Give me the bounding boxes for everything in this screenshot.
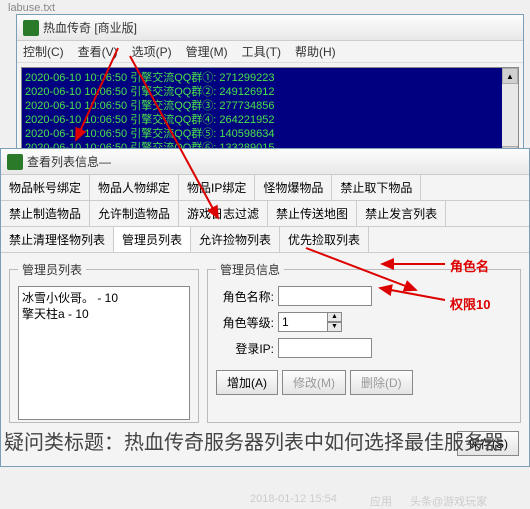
admin-listbox[interactable]: 冰雪小伙哥。 - 10 擎天柱a - 10 [18, 286, 190, 420]
level-spinner[interactable]: ▲ ▼ [327, 312, 342, 332]
tab-forbid-speak[interactable]: 禁止发言列表 [357, 201, 446, 226]
tab-forbid-takeoff[interactable]: 禁止取下物品 [332, 175, 421, 200]
list-item[interactable]: 擎天柱a - 10 [22, 306, 186, 322]
menu-control[interactable]: 控制(C) [23, 43, 64, 60]
add-button[interactable]: 增加(A) [216, 370, 278, 395]
log-line: 2020-06-10 10:06:50 引擎交流QQ群③: 277734856 [25, 99, 515, 113]
tab-allow-make[interactable]: 允许制造物品 [90, 201, 179, 226]
bg-filename: labuse.txt [8, 2, 55, 14]
menu-help[interactable]: 帮助(H) [295, 43, 336, 60]
level-label: 角色等级: [216, 314, 274, 331]
menu-tools[interactable]: 工具(T) [242, 43, 281, 60]
tab-admin-list[interactable]: 管理员列表 [114, 227, 191, 253]
faded-date: 2018-01-12 15:54 [250, 493, 337, 505]
tab-row-1: 物品帐号绑定 物品人物绑定 物品IP绑定 怪物爆物品 禁止取下物品 [1, 175, 529, 201]
menubar: 控制(C) 查看(V) 选项(P) 管理(M) 工具(T) 帮助(H) [17, 41, 523, 63]
main-titlebar: 热血传奇 [商业版] [17, 15, 523, 41]
list-item[interactable]: 冰雪小伙哥。 - 10 [22, 290, 186, 306]
scroll-up-icon[interactable]: ▲ [502, 68, 518, 84]
tab-item-bind-account[interactable]: 物品帐号绑定 [1, 175, 90, 200]
content-area: 管理员列表 冰雪小伙哥。 - 10 擎天柱a - 10 管理员信息 角色名称: … [1, 253, 529, 431]
tab-allow-pickup[interactable]: 允许捡物列表 [191, 227, 280, 252]
tab-monster-drop[interactable]: 怪物爆物品 [255, 175, 332, 200]
spinner-down-icon[interactable]: ▼ [327, 322, 342, 332]
delete-button[interactable]: 删除(D) [350, 370, 413, 395]
admin-info-legend: 管理员信息 [216, 261, 284, 278]
faded-source: 头条@游戏玩家 [410, 493, 487, 509]
tab-row-2: 禁止制造物品 允许制造物品 游戏日志过滤 禁止传送地图 禁止发言列表 [1, 201, 529, 227]
sub-title-text: 查看列表信息— [27, 153, 111, 170]
annotation-name: 角色名 [450, 256, 489, 275]
name-input[interactable] [278, 286, 372, 306]
tab-priority-pickup[interactable]: 优先捡取列表 [280, 227, 369, 252]
menu-view[interactable]: 查看(V) [78, 43, 118, 60]
log-line: 2020-06-10 10:06:50 引擎交流QQ群②: 249126912 [25, 85, 515, 99]
menu-manage[interactable]: 管理(M) [186, 43, 228, 60]
admin-info-fieldset: 管理员信息 角色名称: 角色等级: ▲ ▼ 登录IP: 增加(A) 修改(M) [207, 261, 521, 423]
log-line: 2020-06-10 10:06:50 引擎交流QQ群④: 264221952 [25, 113, 515, 127]
tab-item-bind-ip[interactable]: 物品IP绑定 [179, 175, 255, 200]
sub-titlebar: 查看列表信息— [1, 149, 529, 175]
spinner-up-icon[interactable]: ▲ [327, 312, 342, 322]
annotation-perm: 权限10 [450, 294, 490, 313]
level-input[interactable] [278, 312, 328, 332]
log-line: 2020-06-10 10:06:50 引擎交流QQ群①: 271299223 [25, 71, 515, 85]
main-title-text: 热血传奇 [商业版] [43, 19, 137, 36]
app-icon [7, 154, 23, 170]
menu-options[interactable]: 选项(P) [132, 43, 172, 60]
app-icon [23, 20, 39, 36]
tab-forbid-make[interactable]: 禁止制造物品 [1, 201, 90, 226]
faded-app: 应用 [370, 493, 392, 509]
tab-forbid-clear-monster[interactable]: 禁止清理怪物列表 [1, 227, 114, 252]
tab-log-filter[interactable]: 游戏日志过滤 [179, 201, 268, 226]
article-caption: 疑问类标题：热血传奇服务器列表中如何选择最佳服务器 [4, 426, 504, 460]
name-label: 角色名称: [216, 288, 274, 305]
tab-forbid-map[interactable]: 禁止传送地图 [268, 201, 357, 226]
log-line: 2020-06-10 10:06:50 引擎交流QQ群⑤: 140598634 [25, 127, 515, 141]
ip-label: 登录IP: [216, 340, 274, 357]
main-window: 热血传奇 [商业版] 控制(C) 查看(V) 选项(P) 管理(M) 工具(T)… [16, 14, 524, 168]
tab-item-bind-char[interactable]: 物品人物绑定 [90, 175, 179, 200]
modify-button[interactable]: 修改(M) [282, 370, 346, 395]
admin-list-fieldset: 管理员列表 冰雪小伙哥。 - 10 擎天柱a - 10 [9, 261, 199, 423]
admin-list-legend: 管理员列表 [18, 261, 86, 278]
ip-input[interactable] [278, 338, 372, 358]
tab-row-3: 禁止清理怪物列表 管理员列表 允许捡物列表 优先捡取列表 [1, 227, 529, 253]
